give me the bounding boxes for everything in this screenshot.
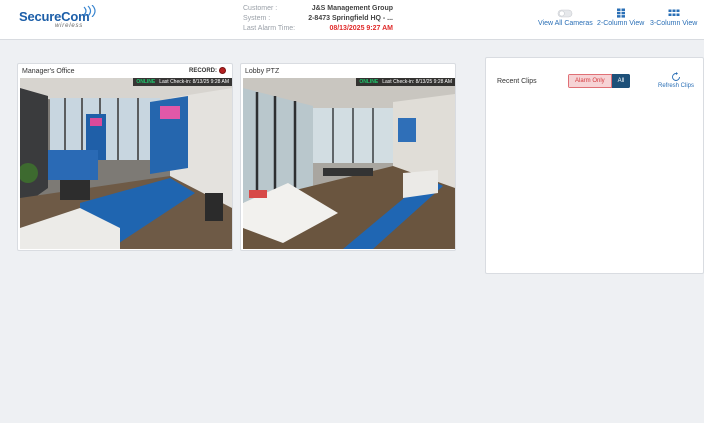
office-scene-image <box>20 78 232 249</box>
camera-title: Lobby PTZ <box>245 68 280 75</box>
system-value: 2-8473 Springfield HQ - ... <box>308 15 393 22</box>
online-status: ONLINE <box>359 79 379 85</box>
refresh-icon <box>672 72 680 81</box>
two-column-view-button[interactable]: 2-Column View <box>597 8 644 27</box>
customer-value: J&S Management Group <box>311 5 393 12</box>
alarm-row: Last Alarm Time: 08/13/2025 9:27 AM <box>243 24 393 34</box>
system-info: Customer : J&S Management Group System :… <box>243 4 393 34</box>
refresh-clips-button[interactable]: Refresh Clips <box>658 72 694 89</box>
customer-row: Customer : J&S Management Group <box>243 4 393 14</box>
three-column-view-button[interactable]: 3-Column View <box>650 8 697 27</box>
filter-all[interactable]: All <box>611 74 631 88</box>
camera-feed[interactable]: ONLINE Last Check-in: 8/13/25 9:28 AM <box>20 78 232 249</box>
logo-tagline: wireless <box>55 23 84 29</box>
toggle-switch-icon <box>558 9 573 18</box>
two-column-grid-icon <box>616 8 625 18</box>
camera-title: Manager's Office <box>22 68 75 75</box>
refresh-clips-label: Refresh Clips <box>658 83 695 89</box>
camera-card-lobby-ptz[interactable]: Lobby PTZ ONLINE Last Check-in: 8/13/25 … <box>240 63 456 251</box>
camera-status-bar: ONLINE Last Check-in: 8/13/25 9:28 AM <box>356 78 455 86</box>
signal-waves-icon <box>83 5 96 17</box>
recent-clips-title: Recent Clips <box>497 78 537 85</box>
filter-alarm-only[interactable]: Alarm Only <box>568 74 612 88</box>
camera-status-bar: ONLINE Last Check-in: 8/13/25 9:28 AM <box>133 78 232 86</box>
online-status: ONLINE <box>136 79 156 85</box>
securecom-logo[interactable]: SecureCom wireless <box>19 5 96 29</box>
recent-clips-panel: Recent Clips Alarm Only All Refresh Clip… <box>485 57 704 274</box>
top-header: SecureCom wireless Customer : J&S Manage… <box>0 0 704 40</box>
customer-label: Customer : <box>243 5 278 12</box>
last-checkin: Last Check-in: 8/13/25 9:28 AM <box>382 79 452 85</box>
system-row: System : 2-8473 Springfield HQ - ... <box>243 14 393 24</box>
last-checkin: Last Check-in: 8/13/25 9:28 AM <box>159 79 229 85</box>
logo-text-secure: Secure <box>19 9 62 24</box>
last-alarm-label: Last Alarm Time: <box>243 25 296 32</box>
camera-feed[interactable]: ONLINE Last Check-in: 8/13/25 9:28 AM <box>243 78 455 249</box>
view-all-cameras-button[interactable]: View All Cameras <box>538 8 593 27</box>
view-all-cameras-label: View All Cameras <box>538 20 593 27</box>
system-label: System : <box>243 15 271 22</box>
record-label: RECORD: <box>189 67 217 74</box>
lobby-scene-image <box>243 78 455 249</box>
record-indicator[interactable]: RECORD: <box>189 67 226 74</box>
three-column-grid-icon <box>668 9 680 16</box>
three-column-view-label: 3-Column View <box>650 20 698 27</box>
camera-card-managers-office[interactable]: Manager's Office RECORD: ONLINE Last Che… <box>17 63 233 251</box>
two-column-view-label: 2-Column View <box>597 20 645 27</box>
record-dot-icon <box>219 67 226 74</box>
last-alarm-value: 08/13/2025 9:27 AM <box>329 25 393 32</box>
clip-filter-toggle: Alarm Only All <box>568 74 631 88</box>
